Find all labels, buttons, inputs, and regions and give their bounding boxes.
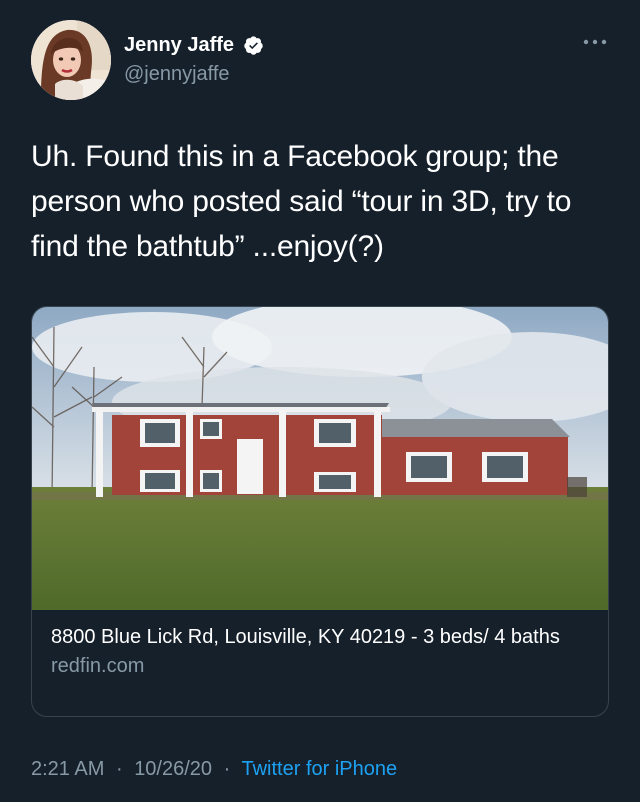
tweet-date[interactable]: 10/26/20 (134, 758, 212, 780)
tweet-source-link[interactable]: Twitter for iPhone (241, 758, 397, 780)
separator: · (223, 758, 231, 780)
tweet-footer: 2:21 AM · 10/26/20 · Twitter for iPhone (31, 756, 397, 782)
card-title[interactable]: 8800 Blue Lick Rd, Louisville, KY 40219 … (51, 624, 588, 650)
card-domain: redfin.com (51, 655, 145, 677)
link-card[interactable]: 8800 Blue Lick Rd, Louisville, KY 40219 … (31, 306, 609, 717)
card-body: 8800 Blue Lick Rd, Louisville, KY 40219 … (32, 610, 608, 679)
display-name[interactable]: Jenny Jaffe (124, 33, 234, 57)
tweet-text: Uh. Found this in a Facebook group; the … (31, 140, 572, 263)
tweet-time[interactable]: 2:21 AM (31, 758, 104, 780)
separator: · (115, 758, 123, 780)
more-options-icon[interactable] (582, 36, 608, 48)
avatar-photo (31, 20, 111, 100)
user-info: Jenny Jaffe @jennyjaffe (124, 33, 264, 86)
verified-badge-icon (243, 35, 263, 55)
user-handle[interactable]: @jennyjaffe (124, 62, 264, 86)
card-image (32, 307, 608, 610)
avatar[interactable] (31, 20, 111, 100)
